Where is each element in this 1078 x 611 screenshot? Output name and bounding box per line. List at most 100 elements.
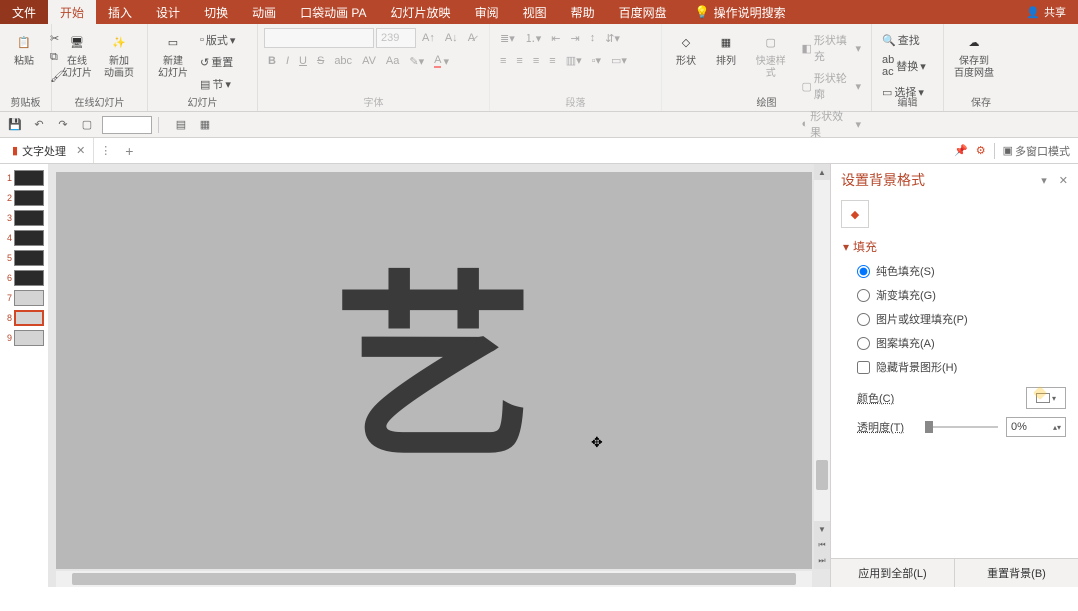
tab-insert[interactable]: 插入 bbox=[96, 0, 144, 24]
settings-button[interactable]: ⚙ bbox=[976, 144, 986, 157]
tab-view[interactable]: 视图 bbox=[511, 0, 559, 24]
paste-button[interactable]: 📋 粘贴 bbox=[6, 28, 42, 70]
align-text-button[interactable]: ▫▾ bbox=[588, 52, 605, 69]
slide-thumb-4[interactable]: 4 bbox=[0, 228, 48, 248]
save-button[interactable]: 💾 bbox=[6, 116, 24, 134]
tab-animation[interactable]: 动画 bbox=[240, 0, 288, 24]
slide-thumb-9[interactable]: 9 bbox=[0, 328, 48, 348]
new-tab-button[interactable]: + bbox=[117, 143, 141, 159]
normal-view-button[interactable]: ▦ bbox=[196, 116, 214, 134]
next-slide-button[interactable]: ⏭ bbox=[814, 553, 830, 569]
slide-thumb-7[interactable]: 7 bbox=[0, 288, 48, 308]
apply-all-button[interactable]: 应用到全部(L) bbox=[831, 559, 955, 587]
font-family-combo[interactable] bbox=[264, 28, 374, 48]
shadow-button[interactable]: abc bbox=[330, 53, 356, 69]
panel-menu-button[interactable]: ▾ bbox=[1041, 174, 1047, 187]
tab-design[interactable]: 设计 bbox=[144, 0, 192, 24]
slide-thumb-2[interactable]: 2 bbox=[0, 188, 48, 208]
tab-slideshow[interactable]: 幻灯片放映 bbox=[379, 0, 463, 24]
justify-button[interactable]: ≡ bbox=[545, 53, 559, 69]
layout-button[interactable]: ▫ 版式 ▾ bbox=[196, 30, 239, 50]
smartart-button[interactable]: ▭▾ bbox=[607, 52, 631, 69]
hide-bg-checkbox[interactable]: 隐藏背景图形(H) bbox=[857, 359, 1066, 375]
font-size-combo[interactable]: 239 bbox=[376, 28, 416, 48]
italic-button[interactable]: I bbox=[282, 53, 293, 69]
tab-transition[interactable]: 切换 bbox=[192, 0, 240, 24]
quick-styles-button[interactable]: ▢ 快速样式 bbox=[748, 28, 794, 82]
slide-thumb-8[interactable]: 8 bbox=[0, 308, 48, 328]
numbering-button[interactable]: ⒈▾ bbox=[521, 28, 546, 48]
fill-section-toggle[interactable]: ▾ 填充 bbox=[843, 238, 1066, 255]
reset-button[interactable]: ↺ 重置 bbox=[196, 52, 239, 72]
increase-font-button[interactable]: A↑ bbox=[418, 30, 439, 46]
strike-button[interactable]: S bbox=[313, 53, 328, 69]
tab-menu-button[interactable]: ⋮ bbox=[94, 144, 117, 157]
redo-button[interactable]: ↷ bbox=[54, 116, 72, 134]
vscroll-thumb[interactable] bbox=[816, 460, 828, 490]
slide-thumb-3[interactable]: 3 bbox=[0, 208, 48, 228]
tab-baidu[interactable]: 百度网盘 bbox=[607, 0, 679, 24]
picture-fill-radio[interactable]: 图片或纹理填充(P) bbox=[857, 311, 1066, 327]
arrange-button[interactable]: ▦ 排列 bbox=[708, 28, 744, 70]
slide-thumb-5[interactable]: 5 bbox=[0, 248, 48, 268]
start-from-beginning-button[interactable]: ▢ bbox=[78, 116, 96, 134]
outline-view-button[interactable]: ▤ bbox=[172, 116, 190, 134]
prev-slide-button[interactable]: ⏮ bbox=[814, 537, 830, 553]
scroll-up-button[interactable]: ▲ bbox=[814, 164, 830, 180]
qat-combo[interactable] bbox=[102, 116, 152, 134]
pattern-fill-radio[interactable]: 图案填充(A) bbox=[857, 335, 1066, 351]
solid-fill-radio[interactable]: 纯色填充(S) bbox=[857, 263, 1066, 279]
tab-file[interactable]: 文件 bbox=[0, 0, 48, 24]
line-spacing-button[interactable]: ↕ bbox=[586, 30, 600, 46]
color-picker-button[interactable]: ▾ bbox=[1026, 387, 1066, 409]
underline-button[interactable]: U bbox=[295, 53, 311, 69]
tab-pocket-anim[interactable]: 口袋动画 PA bbox=[288, 0, 378, 24]
pin-button[interactable]: 📌 bbox=[954, 144, 968, 157]
save-baidu-button[interactable]: ☁ 保存到 百度网盘 bbox=[950, 28, 998, 82]
document-tab[interactable]: ▮ 文字处理 ✕ bbox=[4, 138, 94, 163]
gradient-fill-radio[interactable]: 渐变填充(G) bbox=[857, 287, 1066, 303]
align-right-button[interactable]: ≡ bbox=[529, 53, 543, 69]
shape-effects-button[interactable]: ◐ 形状效果 ▾ bbox=[798, 106, 865, 142]
new-slide-button[interactable]: ▭ 新建 幻灯片 bbox=[154, 28, 192, 82]
scroll-down-button[interactable]: ▼ bbox=[814, 521, 830, 537]
new-anim-page-button[interactable]: ✨ 新加 动画页 bbox=[100, 28, 138, 82]
tab-home[interactable]: 开始 bbox=[48, 0, 96, 24]
fill-tab-button[interactable]: ◆ bbox=[841, 200, 869, 228]
replace-button[interactable]: abac 替换 ▾ bbox=[878, 52, 930, 80]
columns-button[interactable]: ▥▾ bbox=[562, 52, 586, 69]
tab-help[interactable]: 帮助 bbox=[559, 0, 607, 24]
align-center-button[interactable]: ≡ bbox=[512, 53, 526, 69]
char-spacing-button[interactable]: AV bbox=[358, 53, 380, 69]
decrease-font-button[interactable]: A↓ bbox=[441, 30, 462, 46]
shapes-button[interactable]: ◇ 形状 bbox=[668, 28, 704, 70]
online-slide-button[interactable]: 🖥 在线 幻灯片 bbox=[58, 28, 96, 82]
section-button[interactable]: ▤ 节 ▾ bbox=[196, 74, 239, 94]
multiwindow-button[interactable]: ▣ 多窗口模式 bbox=[1003, 143, 1070, 159]
font-color-button[interactable]: A▾ bbox=[430, 52, 453, 70]
tell-me-search[interactable]: 💡 操作说明搜索 bbox=[683, 0, 798, 24]
shape-fill-button[interactable]: ◧ 形状填充 ▾ bbox=[798, 30, 865, 66]
transparency-spinner[interactable]: 0%▴▾ bbox=[1006, 417, 1066, 437]
align-left-button[interactable]: ≡ bbox=[496, 53, 510, 69]
change-case-button[interactable]: Aa bbox=[382, 53, 403, 69]
close-tab-button[interactable]: ✕ bbox=[76, 144, 85, 157]
hscroll-thumb[interactable] bbox=[72, 573, 796, 585]
text-direction-button[interactable]: ⇵▾ bbox=[601, 30, 624, 47]
panel-close-button[interactable]: ✕ bbox=[1059, 174, 1068, 187]
undo-button[interactable]: ↶ bbox=[30, 116, 48, 134]
transparency-slider[interactable] bbox=[925, 426, 998, 428]
slide-thumb-6[interactable]: 6 bbox=[0, 268, 48, 288]
tab-review[interactable]: 审阅 bbox=[463, 0, 511, 24]
bold-button[interactable]: B bbox=[264, 53, 280, 69]
bullets-button[interactable]: ≣▾ bbox=[496, 30, 519, 47]
reset-background-button[interactable]: 重置背景(B) bbox=[955, 559, 1078, 587]
indent-inc-button[interactable]: ⇥ bbox=[567, 30, 584, 47]
clear-format-button[interactable]: A̷ bbox=[464, 30, 479, 46]
indent-dec-button[interactable]: ⇤ bbox=[547, 30, 564, 47]
share-button[interactable]: 👤 共享 bbox=[1014, 0, 1078, 24]
slide-canvas[interactable]: 艺 bbox=[56, 172, 812, 569]
find-button[interactable]: 🔍 查找 bbox=[878, 30, 930, 50]
slide-thumb-1[interactable]: 1 bbox=[0, 168, 48, 188]
highlight-button[interactable]: ✎▾ bbox=[405, 53, 428, 70]
